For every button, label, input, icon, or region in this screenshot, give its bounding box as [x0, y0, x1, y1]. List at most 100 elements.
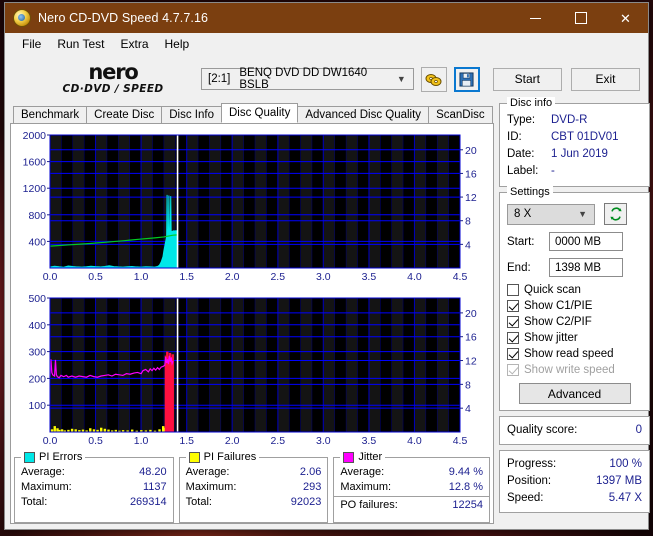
- svg-text:2000: 2000: [23, 130, 47, 142]
- svg-text:1.5: 1.5: [179, 435, 194, 447]
- pi-errors-total-row: Total: 269314: [21, 495, 167, 510]
- pi-errors-graph: 400 800 1200 1600 2000 4 8 12 16 20 0.0 0.5 1.0 1.5 2.…: [14, 128, 490, 288]
- tab-create-disc[interactable]: Create Disc: [86, 106, 163, 123]
- end-row: End: 1398 MB: [507, 258, 642, 277]
- pi-errors-average-label: Average:: [21, 466, 65, 478]
- start-input[interactable]: 0000 MB: [549, 232, 623, 251]
- refresh-button[interactable]: [604, 203, 627, 225]
- svg-text:8: 8: [465, 379, 471, 391]
- status-group: Progress: 100 % Position: 1397 MB Speed:…: [499, 450, 650, 513]
- progress-value: 100 %: [609, 458, 642, 470]
- legend-row: PI Errors Average: 48.20 Maximum: 1137 T…: [14, 451, 490, 523]
- pi-errors-legend: PI Errors Average: 48.20 Maximum: 1137 T…: [14, 451, 174, 523]
- svg-text:20: 20: [465, 308, 477, 320]
- svg-text:4: 4: [465, 239, 471, 251]
- jitter-color-swatch: [343, 451, 355, 463]
- checkbox-show-c2-pif-label: Show C2/PIF: [524, 316, 592, 328]
- end-label: End:: [507, 261, 531, 274]
- pi-failures-legend-title: PI Failures: [185, 451, 260, 463]
- refresh-icon: [609, 207, 622, 221]
- speed-select-value: 8 X: [514, 208, 532, 220]
- svg-text:0.5: 0.5: [88, 435, 103, 447]
- menu-item-extra[interactable]: Extra: [112, 35, 156, 53]
- checkbox-show-jitter[interactable]: Show jitter: [507, 332, 642, 344]
- end-input[interactable]: 1398 MB: [549, 258, 623, 277]
- svg-text:0.0: 0.0: [43, 435, 58, 447]
- quality-score-row: Quality score: 0: [507, 422, 642, 439]
- progress-row: Progress: 100 %: [507, 456, 642, 473]
- progress-label: Progress:: [507, 458, 557, 470]
- jitter-maximum-value: 12.8 %: [448, 481, 483, 493]
- speed-row: 8 X ▼: [507, 203, 642, 225]
- disc-date-label: Date:: [507, 148, 535, 160]
- nero-logo-word: nero: [88, 60, 138, 84]
- checkbox-quick-scan[interactable]: Quick scan: [507, 284, 642, 296]
- exit-button[interactable]: Exit: [570, 67, 641, 91]
- tab-benchmark[interactable]: Benchmark: [13, 106, 88, 123]
- speed-select[interactable]: 8 X ▼: [507, 203, 595, 225]
- start-button[interactable]: Start: [492, 67, 562, 91]
- drive-name-label: BENQ DVD DD DW1640 BSLB: [239, 67, 368, 91]
- disc-type-row: Type: DVD-R: [507, 112, 642, 129]
- start-label: Start:: [507, 235, 535, 248]
- save-button[interactable]: [453, 66, 480, 92]
- checkbox-icon: [507, 364, 519, 376]
- advanced-button[interactable]: Advanced: [518, 383, 631, 404]
- disc-type-value: DVD-R: [551, 114, 588, 126]
- svg-text:3.5: 3.5: [362, 271, 377, 283]
- svg-text:4.5: 4.5: [453, 435, 468, 447]
- checkbox-quick-scan-label: Quick scan: [524, 284, 581, 296]
- svg-text:4: 4: [465, 403, 471, 415]
- svg-text:0.5: 0.5: [88, 271, 103, 283]
- menu-item-file[interactable]: File: [14, 35, 49, 53]
- menu-item-run-test[interactable]: Run Test: [49, 35, 112, 53]
- window-title: Nero CD-DVD Speed 4.7.7.16: [38, 11, 209, 25]
- svg-text:20: 20: [465, 145, 477, 157]
- menu-bar: File Run Test Extra Help: [5, 33, 648, 55]
- jitter-average-label: Average:: [340, 466, 385, 478]
- pi-failures-average-row: Average: 2.06: [186, 465, 322, 480]
- disc-date-value: 1 Jun 2019: [551, 148, 608, 160]
- pi-errors-total-label: Total:: [21, 496, 48, 508]
- pi-failures-average-label: Average:: [185, 466, 230, 478]
- pi-errors-color-swatch: [24, 451, 35, 463]
- settings-title: Settings: [507, 186, 553, 198]
- tab-advanced-disc-quality[interactable]: Advanced Disc Quality: [297, 106, 430, 123]
- tab-disc-quality[interactable]: Disc Quality: [221, 103, 299, 123]
- svg-text:3.0: 3.0: [316, 435, 331, 447]
- save-floppy-icon: [459, 71, 474, 87]
- disc-label-label: Label:: [507, 165, 539, 177]
- window-controls: ✕: [513, 3, 648, 33]
- nero-logo-subtitle: CD·DVD ∕ SPEED: [62, 83, 164, 95]
- checkbox-show-read-speed[interactable]: Show read speed: [507, 348, 642, 360]
- maximize-button[interactable]: [558, 3, 603, 33]
- svg-text:12: 12: [465, 192, 477, 204]
- po-failures-value: 12254: [452, 499, 483, 511]
- settings-group: Settings 8 X ▼ Start: 0000 MB End: 1398 …: [499, 186, 650, 411]
- pi-failures-total-value: 92023: [290, 496, 322, 508]
- menu-item-help[interactable]: Help: [157, 35, 198, 53]
- checkbox-show-c1-pie[interactable]: Show C1/PIE: [507, 300, 642, 312]
- tab-scandisc[interactable]: ScanDisc: [428, 106, 493, 123]
- jitter-average-value: 9.44 %: [448, 466, 483, 478]
- svg-text:1200: 1200: [23, 183, 47, 195]
- tab-disc-info[interactable]: Disc Info: [161, 106, 222, 123]
- checkbox-show-c2-pif[interactable]: Show C2/PIF: [507, 316, 642, 328]
- svg-text:400: 400: [28, 236, 46, 248]
- disc-speed-icon-button[interactable]: [420, 66, 447, 92]
- svg-text:3.0: 3.0: [316, 271, 331, 283]
- svg-text:2.0: 2.0: [225, 435, 240, 447]
- close-button[interactable]: ✕: [603, 3, 648, 33]
- svg-text:500: 500: [28, 293, 46, 305]
- disc-id-row: ID: CBT 01DV01: [507, 129, 642, 146]
- svg-text:12: 12: [465, 356, 477, 368]
- svg-text:16: 16: [465, 332, 477, 344]
- drive-select[interactable]: [2:1] BENQ DVD DD DW1640 BSLB ▼: [201, 67, 414, 91]
- speed-row-status: Speed: 5.47 X: [507, 490, 642, 507]
- jitter-maximum-row: Maximum: 12.8 %: [340, 480, 483, 495]
- minimize-button[interactable]: [513, 3, 558, 33]
- position-label: Position:: [507, 475, 552, 487]
- svg-text:1.5: 1.5: [179, 271, 194, 283]
- jitter-legend: Jitter Average: 9.44 % Maximum: 12.8 % P…: [333, 451, 490, 523]
- pi-errors-maximum-row: Maximum: 1137: [21, 480, 167, 495]
